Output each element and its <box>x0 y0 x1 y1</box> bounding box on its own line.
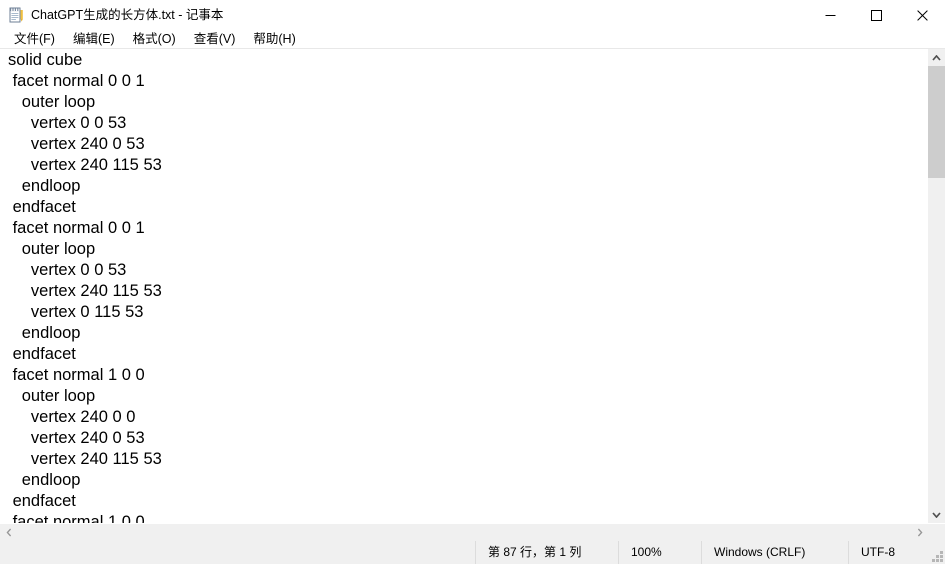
vertical-scrollbar[interactable] <box>927 49 945 523</box>
title-bar-left: ChatGPT生成的长方体.txt - 记事本 <box>0 7 807 23</box>
status-spacer <box>0 541 475 564</box>
chevron-down-icon <box>932 511 941 518</box>
horizontal-scrollbar[interactable] <box>0 523 945 541</box>
text-content[interactable]: solid cube facet normal 0 0 1 outer loop… <box>0 49 927 523</box>
chevron-up-icon <box>932 54 941 61</box>
status-zoom-level[interactable]: 100% <box>618 541 701 564</box>
maximize-icon <box>870 9 882 21</box>
window-controls <box>807 0 945 30</box>
chevron-right-icon <box>917 528 922 537</box>
text-editor[interactable]: solid cube facet normal 0 0 1 outer loop… <box>0 49 927 523</box>
menu-item-file[interactable]: 文件(F) <box>5 30 64 49</box>
status-bar: 第 87 行，第 1 列 100% Windows (CRLF) UTF-8 <box>0 541 945 564</box>
menu-item-help[interactable]: 帮助(H) <box>244 30 304 49</box>
scroll-up-button[interactable] <box>928 49 945 66</box>
minimize-button[interactable] <box>807 0 853 30</box>
close-button[interactable] <box>899 0 945 30</box>
menu-item-edit[interactable]: 编辑(E) <box>64 30 124 49</box>
scrollbar-corner <box>928 524 945 541</box>
menu-item-format[interactable]: 格式(O) <box>124 30 185 49</box>
scroll-left-button[interactable] <box>0 524 17 541</box>
horizontal-scroll-track[interactable] <box>17 524 911 541</box>
scroll-down-button[interactable] <box>928 506 945 523</box>
chevron-left-icon <box>6 528 11 537</box>
title-bar: ChatGPT生成的长方体.txt - 记事本 <box>0 0 945 30</box>
close-icon <box>916 9 928 21</box>
notepad-icon <box>8 7 24 23</box>
notepad-window: ChatGPT生成的长方体.txt - 记事本 文件(F) 编辑(E) 格式(O… <box>0 0 945 564</box>
status-cursor-position: 第 87 行，第 1 列 <box>475 541 618 564</box>
vertical-scroll-track[interactable] <box>928 66 945 506</box>
status-line-ending[interactable]: Windows (CRLF) <box>701 541 848 564</box>
minimize-icon <box>825 14 835 16</box>
vertical-scroll-thumb[interactable] <box>928 66 945 178</box>
editor-area: solid cube facet normal 0 0 1 outer loop… <box>0 49 945 523</box>
window-title: ChatGPT生成的长方体.txt - 记事本 <box>31 8 224 22</box>
menu-bar: 文件(F) 编辑(E) 格式(O) 查看(V) 帮助(H) <box>0 30 945 49</box>
scroll-right-button[interactable] <box>911 524 928 541</box>
menu-item-view[interactable]: 查看(V) <box>185 30 245 49</box>
maximize-button[interactable] <box>853 0 899 30</box>
resize-grip[interactable] <box>930 549 943 562</box>
